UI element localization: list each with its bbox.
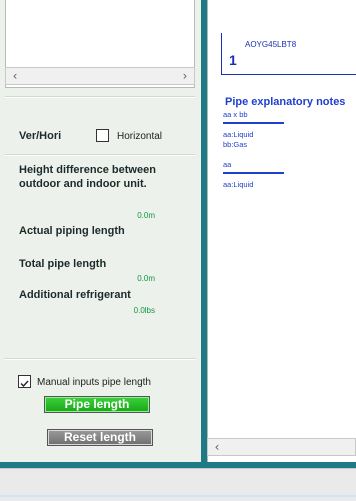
additional-refrigerant-value: 0.0lbs	[133, 306, 155, 315]
diagram-scrollbar[interactable]: ‹	[207, 438, 356, 456]
note-item: aa	[223, 160, 232, 169]
reset-length-button[interactable]: Reset length	[47, 429, 153, 446]
note-item: aa:Liquid	[223, 180, 254, 189]
unit-number: 1	[229, 52, 237, 68]
preview-scrollbar[interactable]: ‹ ›	[5, 67, 195, 85]
unit-model-label: AOYG45LBT8	[245, 40, 297, 49]
additional-refrigerant-label: Additional refrigerant	[19, 289, 131, 301]
height-difference-value: 0.0m	[137, 211, 155, 220]
divider	[5, 154, 195, 156]
checkmark-icon	[20, 380, 29, 388]
total-pipe-length-value: 0.0m	[137, 274, 155, 283]
horizontal-label: Horizontal	[117, 131, 163, 142]
horizontal-checkbox[interactable]	[96, 129, 109, 142]
actual-piping-length-label: Actual piping length	[19, 225, 125, 237]
note-item: bb:Gas	[223, 140, 248, 149]
scroll-right-icon[interactable]: ›	[177, 68, 193, 84]
ver-hori-label: Ver/Hori	[19, 130, 62, 142]
total-pipe-length-label: Total pipe length	[19, 258, 107, 270]
note-underline	[223, 172, 284, 174]
divider	[5, 358, 195, 360]
settings-panel: ‹ › Ver/Hori Horizontal Height differenc…	[0, 0, 201, 462]
height-difference-label: Height difference between	[19, 164, 156, 176]
note-item: aa x bb	[223, 110, 248, 119]
divider	[5, 96, 195, 98]
manual-inputs-label: Manual inputs pipe length	[37, 377, 151, 388]
pipe-notes-title: Pipe explanatory notes	[225, 96, 346, 108]
manual-inputs-checkbox[interactable]	[18, 375, 31, 388]
scroll-left-icon[interactable]: ‹	[7, 68, 23, 84]
note-underline	[223, 122, 284, 124]
scroll-left-icon[interactable]: ‹	[209, 439, 225, 455]
pipe-length-button[interactable]: Pipe length	[44, 396, 150, 413]
note-item: aa:Liquid	[223, 130, 254, 139]
height-difference-label-line2: outdoor and indoor unit.	[19, 178, 147, 190]
divider	[0, 495, 356, 497]
